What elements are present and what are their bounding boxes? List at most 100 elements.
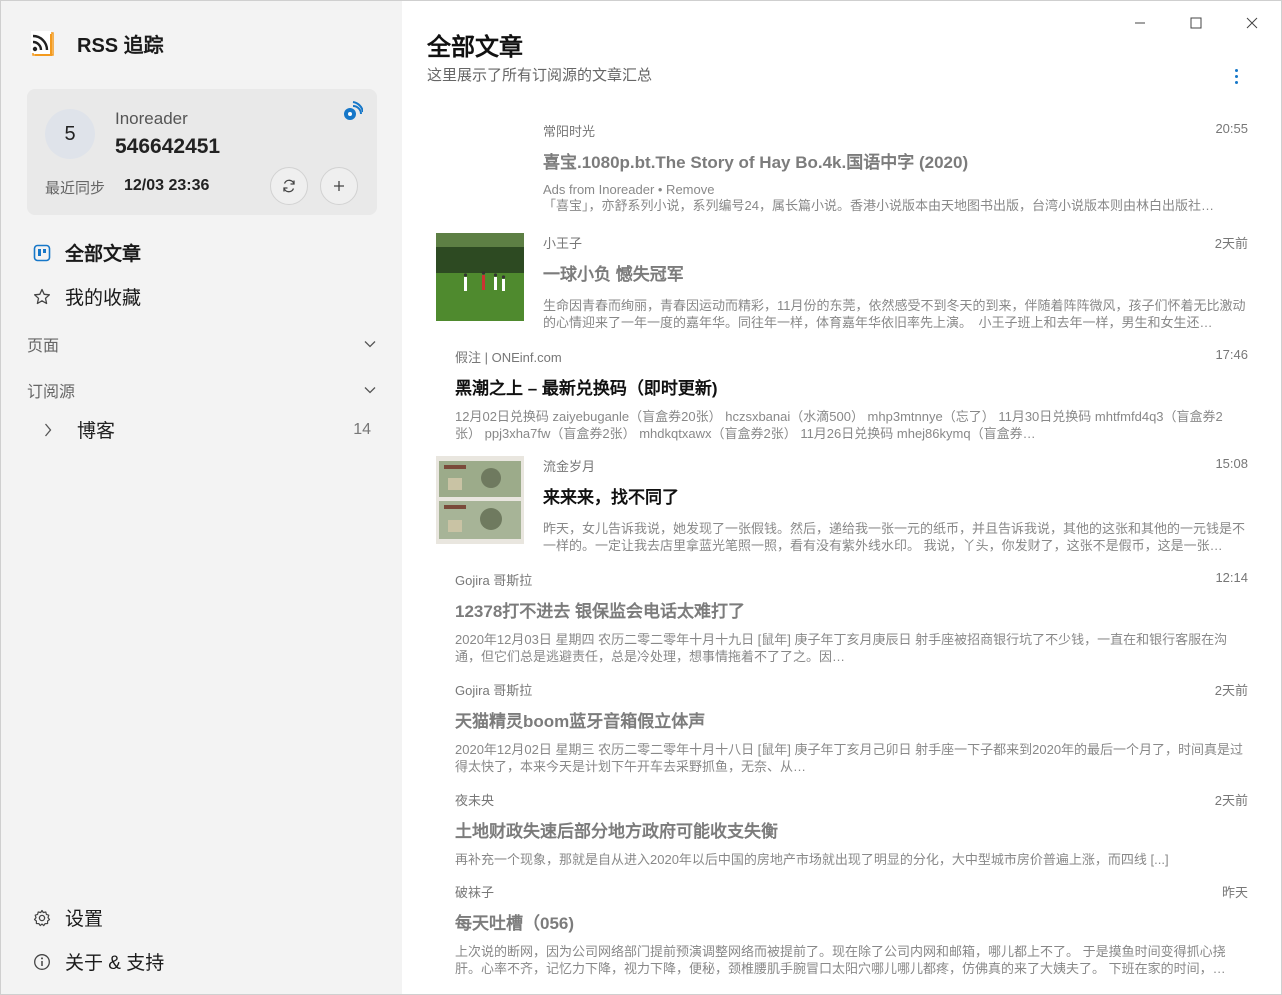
nav-about-label: 关于 & 支持 xyxy=(65,953,165,974)
article-text: Gojira 哥斯拉 12:14 12378打不进去 银保监会电话太难打了 20… xyxy=(455,570,1248,665)
more-options-button[interactable] xyxy=(1228,65,1244,87)
gear-icon xyxy=(31,907,53,929)
folder-label: 博客 xyxy=(77,421,116,442)
article-source: 常阳时光 xyxy=(543,124,596,139)
article-text: 假注 | ONEinf.com 17:46 黑潮之上 – 最新兑换码（即时更新)… xyxy=(455,347,1248,442)
article-item[interactable]: 流金岁月 15:08 来来来，找不同了 昨天，女儿告诉我说，她发现了一张假钱。然… xyxy=(436,456,1248,554)
more-dot xyxy=(1234,74,1238,78)
article-text: Gojira 哥斯拉 2天前 天猫精灵boom蓝牙音箱假立体声 2020年12月… xyxy=(455,680,1248,775)
article-time: 2天前 xyxy=(1214,236,1248,251)
article-time: 12:14 xyxy=(1215,570,1248,585)
folder-count: 14 xyxy=(353,420,371,438)
brand: RSS 追踪 xyxy=(31,29,164,58)
nav-all-articles[interactable]: 全部文章 xyxy=(31,239,141,266)
article-ad-notice[interactable]: Ads from Inoreader • Remove xyxy=(543,182,1248,197)
article-source: 流金岁月 xyxy=(543,459,596,474)
article-text: 小王子 2天前 一球小负 憾失冠军 生命因青春而绚丽，青春因运动而精彩，11月份… xyxy=(543,233,1248,331)
article-time: 2天前 xyxy=(1214,793,1248,808)
minimize-button[interactable] xyxy=(1130,13,1150,33)
section-feeds[interactable]: 订阅源 xyxy=(27,378,377,402)
minimize-icon xyxy=(1135,22,1145,24)
account-card: 5 Inoreader 546642451 最近同步 12/03 23:36 xyxy=(27,89,377,215)
add-feed-button[interactable] xyxy=(320,167,358,205)
article-summary: 上次说的断网，因为公司网络部门提前预演调整网络而被提前了。现在除了公司内网和邮箱… xyxy=(455,944,1226,976)
chevron-down-icon xyxy=(363,337,377,351)
article-title[interactable]: 每天吐槽（056) xyxy=(455,909,1248,934)
section-pages[interactable]: 页面 xyxy=(27,332,377,356)
article-title[interactable]: 一球小负 憾失冠军 xyxy=(543,260,1248,285)
article-summary: 12月02日兑换码 zaiyebuganle（盲盒券20张） hczsxbana… xyxy=(455,409,1223,441)
article-summary: 2020年12月02日 星期三 农历二零二零年十月十八日 [鼠年] 庚子年丁亥月… xyxy=(455,742,1244,774)
nav-about[interactable]: 关于 & 支持 xyxy=(31,948,164,975)
article-summary: 昨天，女儿告诉我说，她发现了一张假钱。然后，递给我一张一元的纸币，并且告诉我说，… xyxy=(543,521,1246,553)
article-title[interactable]: 黑潮之上 – 最新兑换码（即时更新) xyxy=(455,374,1248,399)
article-time: 17:46 xyxy=(1215,347,1248,362)
plus-icon xyxy=(334,181,344,191)
info-icon xyxy=(31,951,53,973)
close-icon xyxy=(1246,17,1258,29)
article-source: Gojira 哥斯拉 xyxy=(455,683,533,698)
article-source: 破袜子 xyxy=(455,885,495,900)
board-icon xyxy=(31,242,53,264)
article-time: 15:08 xyxy=(1215,456,1248,471)
article-item[interactable]: 假注 | ONEinf.com 17:46 黑潮之上 – 最新兑换码（即时更新)… xyxy=(436,347,1248,441)
article-item[interactable]: 小王子 2天前 一球小负 憾失冠军 生命因青春而绚丽，青春因运动而精彩，11月份… xyxy=(436,233,1248,331)
article-meta: 常阳时光 20:55 xyxy=(543,121,1248,140)
account-service: Inoreader xyxy=(115,109,188,128)
more-dot xyxy=(1234,68,1238,72)
sync-time: 12/03 23:36 xyxy=(124,177,210,194)
page-title: 全部文章 xyxy=(427,34,523,61)
article-meta: 夜未央 2天前 xyxy=(455,790,1248,809)
nav-all-articles-label: 全部文章 xyxy=(65,244,142,265)
article-item[interactable]: 常阳时光 20:55 喜宝.1080p.bt.The Story of Hay … xyxy=(436,121,1248,217)
article-meta: 小王子 2天前 xyxy=(543,233,1248,252)
article-summary: 「喜宝」，亦舒系列小说，系列编号24，属长篇小说。香港小说版本由天地图书出版，台… xyxy=(543,198,1214,213)
article-text: 夜未央 2天前 土地财政失速后部分地方政府可能收支失衡 再补充一个现象，那就是自… xyxy=(455,790,1248,868)
article-meta: 流金岁月 15:08 xyxy=(543,456,1248,475)
article-text: 流金岁月 15:08 来来来，找不同了 昨天，女儿告诉我说，她发现了一张假钱。然… xyxy=(543,456,1248,554)
article-text: 常阳时光 20:55 喜宝.1080p.bt.The Story of Hay … xyxy=(543,121,1248,214)
section-feeds-label: 订阅源 xyxy=(27,384,76,401)
article-time: 20:55 xyxy=(1215,121,1248,136)
sync-label: 最近同步 xyxy=(45,180,106,197)
sync-button[interactable] xyxy=(270,167,308,205)
article-source: 夜未央 xyxy=(455,793,495,808)
article-meta: Gojira 哥斯拉 12:14 xyxy=(455,570,1248,589)
section-pages-label: 页面 xyxy=(27,338,60,355)
article-item[interactable]: 破袜子 昨天 每天吐槽（056) 上次说的断网，因为公司网络部门提前预演调整网络… xyxy=(436,882,1248,976)
app-window: RSS 追踪 5 Inoreader 546642451 最近同步 12/03 … xyxy=(0,0,1282,995)
article-title[interactable]: 来来来，找不同了 xyxy=(543,483,1248,508)
rss-feed-icon[interactable] xyxy=(343,101,364,121)
close-button[interactable] xyxy=(1242,13,1262,33)
avatar: 5 xyxy=(45,109,95,159)
article-source: 小王子 xyxy=(543,236,583,251)
star-icon xyxy=(31,286,53,308)
article-summary: 再补充一个现象，那就是自从进入2020年以后中国的房地产市场就出现了明显的分化，… xyxy=(455,852,1169,867)
maximize-icon xyxy=(1190,17,1202,29)
article-source: Gojira 哥斯拉 xyxy=(455,573,533,588)
article-item[interactable]: Gojira 哥斯拉 2天前 天猫精灵boom蓝牙音箱假立体声 2020年12月… xyxy=(436,680,1248,774)
article-title[interactable]: 土地财政失速后部分地方政府可能收支失衡 xyxy=(455,817,1248,842)
article-item[interactable]: 夜未央 2天前 土地财政失速后部分地方政府可能收支失衡 再补充一个现象，那就是自… xyxy=(436,790,1248,867)
article-title[interactable]: 喜宝.1080p.bt.The Story of Hay Bo.4k.国语中字 … xyxy=(543,148,1248,173)
chevron-right-icon[interactable] xyxy=(41,423,55,437)
nav-settings[interactable]: 设置 xyxy=(31,904,103,931)
article-time: 2天前 xyxy=(1214,683,1248,698)
article-thumbnail xyxy=(436,456,524,544)
article-item[interactable]: Gojira 哥斯拉 12:14 12378打不进去 银保监会电话太难打了 20… xyxy=(436,570,1248,664)
article-text: 破袜子 昨天 每天吐槽（056) 上次说的断网，因为公司网络部门提前预演调整网络… xyxy=(455,882,1248,977)
nav-favorites[interactable]: 我的收藏 xyxy=(31,283,141,310)
folder-item-blog[interactable]: 博客 14 xyxy=(41,416,371,443)
nav-favorites-label: 我的收藏 xyxy=(65,288,142,309)
page-subtitle: 这里展示了所有订阅源的文章汇总 xyxy=(427,67,653,84)
nav-settings-label: 设置 xyxy=(65,909,104,930)
article-meta: 破袜子 昨天 xyxy=(455,882,1248,901)
article-meta: Gojira 哥斯拉 2天前 xyxy=(455,680,1248,699)
main-panel: 全部文章 这里展示了所有订阅源的文章汇总 常阳时光 20:55 喜宝.1080p… xyxy=(402,1,1281,994)
sidebar: RSS 追踪 5 Inoreader 546642451 最近同步 12/03 … xyxy=(1,1,402,994)
article-title[interactable]: 12378打不进去 银保监会电话太难打了 xyxy=(455,597,1248,622)
more-dot xyxy=(1234,80,1238,84)
article-title[interactable]: 天猫精灵boom蓝牙音箱假立体声 xyxy=(455,707,1248,732)
article-time: 昨天 xyxy=(1221,885,1248,900)
maximize-button[interactable] xyxy=(1186,13,1206,33)
